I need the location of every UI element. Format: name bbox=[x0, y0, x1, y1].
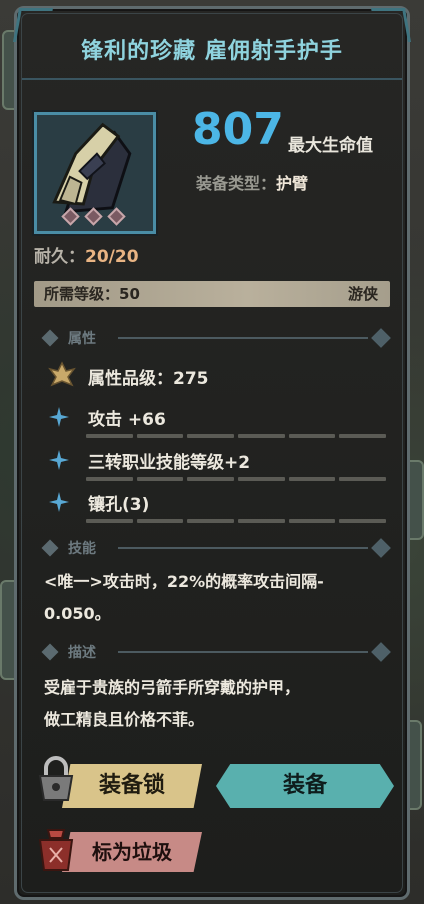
title-bar: 锋利的珍藏 雇佣射手护手 bbox=[13, 8, 411, 80]
attribute-star-icon bbox=[49, 492, 69, 512]
item-title: 锋利的珍藏 雇佣射手护手 bbox=[81, 39, 343, 64]
equip-type-label: 装备类型： bbox=[196, 174, 277, 193]
attribute-star-icon bbox=[49, 450, 69, 470]
equip-type-row: 装备类型：护臂 bbox=[196, 170, 308, 194]
section-diamond bbox=[41, 539, 59, 557]
attribute-text: 镶孔(3) bbox=[88, 495, 150, 515]
gem-icon bbox=[107, 207, 126, 226]
durability-label: 耐久： bbox=[34, 247, 85, 267]
section-diamond bbox=[371, 642, 391, 662]
lock-icon bbox=[38, 756, 74, 801]
attribute-text: 三转职业技能等级+2 bbox=[88, 453, 251, 473]
attribute-divider bbox=[86, 519, 387, 523]
attributes-section-header: 属性 bbox=[41, 328, 391, 348]
description-section-header: 描述 bbox=[41, 642, 391, 662]
attribute-text: 攻击 +66 bbox=[88, 410, 166, 430]
section-diamond bbox=[371, 328, 391, 348]
required-level-label: 所需等级：50 bbox=[44, 285, 140, 303]
skill-line: 0.050。 bbox=[44, 604, 111, 623]
class-name: 游侠 bbox=[347, 285, 378, 303]
equip-button[interactable]: 装备 bbox=[216, 764, 394, 808]
gem-icon bbox=[84, 207, 103, 226]
skill-line: <唯一>攻击时，22%的概率攻击间隔- bbox=[44, 572, 324, 591]
description-line: 做工精良且价格不菲。 bbox=[44, 710, 205, 729]
trash-icon bbox=[38, 829, 74, 871]
attribute-grade-row: 属性品级：275 bbox=[48, 361, 388, 391]
attribute-divider bbox=[86, 477, 387, 481]
frame-corner bbox=[371, 8, 411, 42]
section-divider bbox=[118, 651, 368, 653]
durability-value: 20/20 bbox=[85, 247, 139, 267]
attribute-divider bbox=[86, 434, 387, 438]
gem-icon bbox=[61, 207, 80, 226]
section-diamond bbox=[371, 538, 391, 558]
section-diamond bbox=[41, 643, 59, 661]
description-section-label: 描述 bbox=[68, 645, 96, 661]
mark-as-junk-button[interactable]: 标为垃圾 bbox=[62, 832, 202, 872]
hp-label: 最大生命值 bbox=[288, 136, 373, 156]
description-line: 受雇于贵族的弓箭手所穿戴的护甲， bbox=[44, 678, 301, 697]
attributes-section-label: 属性 bbox=[68, 331, 96, 347]
skill-section-header: 技能 bbox=[41, 538, 391, 558]
frame-corner bbox=[13, 8, 53, 42]
attribute-row: 攻击 +66 bbox=[48, 402, 388, 432]
attribute-grade-text: 属性品级：275 bbox=[88, 369, 209, 389]
section-diamond bbox=[41, 329, 59, 347]
section-divider bbox=[118, 547, 368, 549]
item-description: 受雇于贵族的弓箭手所穿戴的护甲， 做工精良且价格不菲。 bbox=[44, 672, 394, 736]
skill-section-label: 技能 bbox=[68, 541, 96, 557]
equip-type-value: 护臂 bbox=[276, 174, 309, 193]
equip-lock-button[interactable]: 装备锁 bbox=[62, 764, 202, 808]
attribute-row: 三转职业技能等级+2 bbox=[48, 445, 388, 475]
durability-row: 耐久：20/20 bbox=[34, 242, 139, 267]
attribute-row: 镶孔(3) bbox=[48, 487, 388, 517]
hp-value: 807 bbox=[192, 104, 284, 155]
required-level-bar: 所需等级：50 游侠 bbox=[34, 281, 390, 307]
skill-description: <唯一>攻击时，22%的概率攻击间隔- 0.050。 bbox=[44, 566, 394, 630]
attribute-star-icon bbox=[49, 407, 69, 427]
attribute-grade-icon bbox=[48, 361, 76, 387]
socket-gems bbox=[61, 207, 126, 226]
section-divider bbox=[118, 337, 368, 339]
